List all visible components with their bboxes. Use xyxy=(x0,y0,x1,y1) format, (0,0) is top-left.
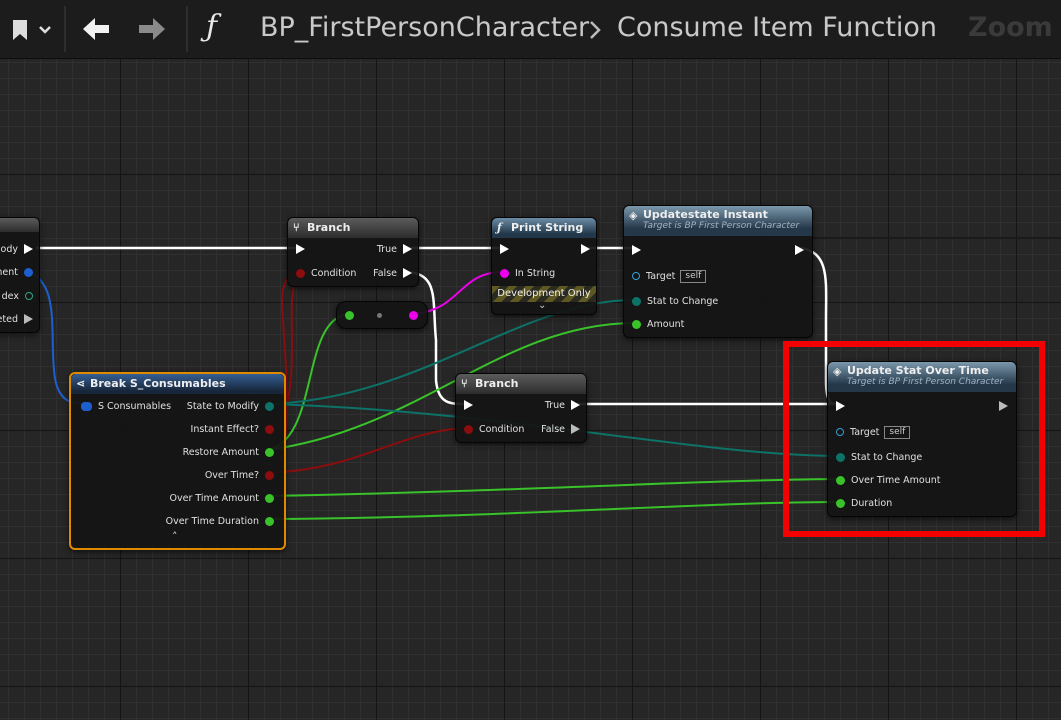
update-instant-header: ◈ Updatestate Instant Target is BP First… xyxy=(624,206,812,236)
conversion-node[interactable] xyxy=(336,301,428,329)
break-icon: ⋖ xyxy=(76,377,86,390)
update-instant-exec-out[interactable] xyxy=(795,243,804,257)
branch-false-pin[interactable]: False xyxy=(373,266,412,280)
break-output-restore-amount[interactable]: Restore Amount xyxy=(183,445,274,459)
update-instant-stat-pin[interactable]: Stat to Change xyxy=(632,294,718,308)
branch-true-pin[interactable]: True xyxy=(377,242,412,256)
branch2-false-pin[interactable]: False xyxy=(541,422,580,436)
branch-node-2-header: ⑂ Branch xyxy=(456,374,586,394)
break-struct-node[interactable]: ⋖ Break S_Consumables S Consumables Stat… xyxy=(69,372,286,550)
break-output-over-time-duration[interactable]: Over Time Duration xyxy=(166,514,274,528)
bool-wire xyxy=(266,427,469,474)
branch-node[interactable]: ⑂ Branch Condition True False xyxy=(287,217,419,287)
update-instant-target-pin[interactable]: Target self xyxy=(632,269,707,283)
print-string-in-string-pin[interactable]: In String xyxy=(500,266,555,280)
entry-pin-index[interactable]: dex xyxy=(2,289,33,303)
branch-node-2[interactable]: ⑂ Branch Condition True False xyxy=(455,373,587,443)
branch-condition-pin[interactable]: Condition xyxy=(296,266,356,280)
function-icon: ƒ xyxy=(497,221,502,234)
print-string-exec-in[interactable] xyxy=(500,242,509,256)
self-value[interactable]: self xyxy=(680,269,707,283)
highlight-box xyxy=(783,341,1045,537)
print-string-header: ƒ Print String xyxy=(492,218,596,238)
float-wire xyxy=(266,478,841,497)
break-input-pin[interactable]: S Consumables xyxy=(81,399,171,413)
branch2-exec-in[interactable] xyxy=(464,398,473,412)
conversion-out-pin[interactable] xyxy=(409,308,418,322)
branch-node-header: ⑂ Branch xyxy=(288,218,418,238)
update-instant-exec-in[interactable] xyxy=(632,243,641,257)
entry-pin-completed[interactable]: eted xyxy=(0,312,33,326)
chevron-down-icon[interactable]: ⌄ xyxy=(538,300,546,311)
break-output-over-time-amount[interactable]: Over Time Amount xyxy=(170,491,274,505)
branch2-true-pin[interactable]: True xyxy=(545,398,580,412)
function-call-icon: ◈ xyxy=(629,209,638,222)
break-output-instant-effect[interactable]: Instant Effect? xyxy=(191,422,274,436)
break-output-over-time[interactable]: Over Time? xyxy=(205,468,274,482)
conversion-in-pin[interactable] xyxy=(345,308,354,322)
entry-node[interactable]: ody ment dex eted xyxy=(0,217,40,333)
branch-icon: ⑂ xyxy=(293,221,300,234)
print-string-exec-out[interactable] xyxy=(581,242,590,256)
branch-exec-in[interactable] xyxy=(296,242,305,256)
entry-pin-item[interactable]: ment xyxy=(0,265,33,279)
entry-pin-exec[interactable]: ody xyxy=(1,242,33,256)
update-instant-amount-pin[interactable]: Amount xyxy=(632,317,684,331)
break-struct-header: ⋖ Break S_Consumables xyxy=(71,374,284,394)
branch2-condition-pin[interactable]: Condition xyxy=(464,422,524,436)
float-wire xyxy=(266,501,841,520)
print-string-node[interactable]: ƒ Print String In String Development Onl… xyxy=(491,217,597,315)
entry-node-header xyxy=(0,218,39,232)
update-instant-node[interactable]: ◈ Updatestate Instant Target is BP First… xyxy=(623,205,813,338)
conversion-dot-icon xyxy=(377,308,382,322)
chevron-up-icon[interactable]: ˄ xyxy=(172,530,178,543)
branch-icon: ⑂ xyxy=(461,377,468,390)
break-output-state-to-modify[interactable]: State to Modify xyxy=(187,399,274,413)
